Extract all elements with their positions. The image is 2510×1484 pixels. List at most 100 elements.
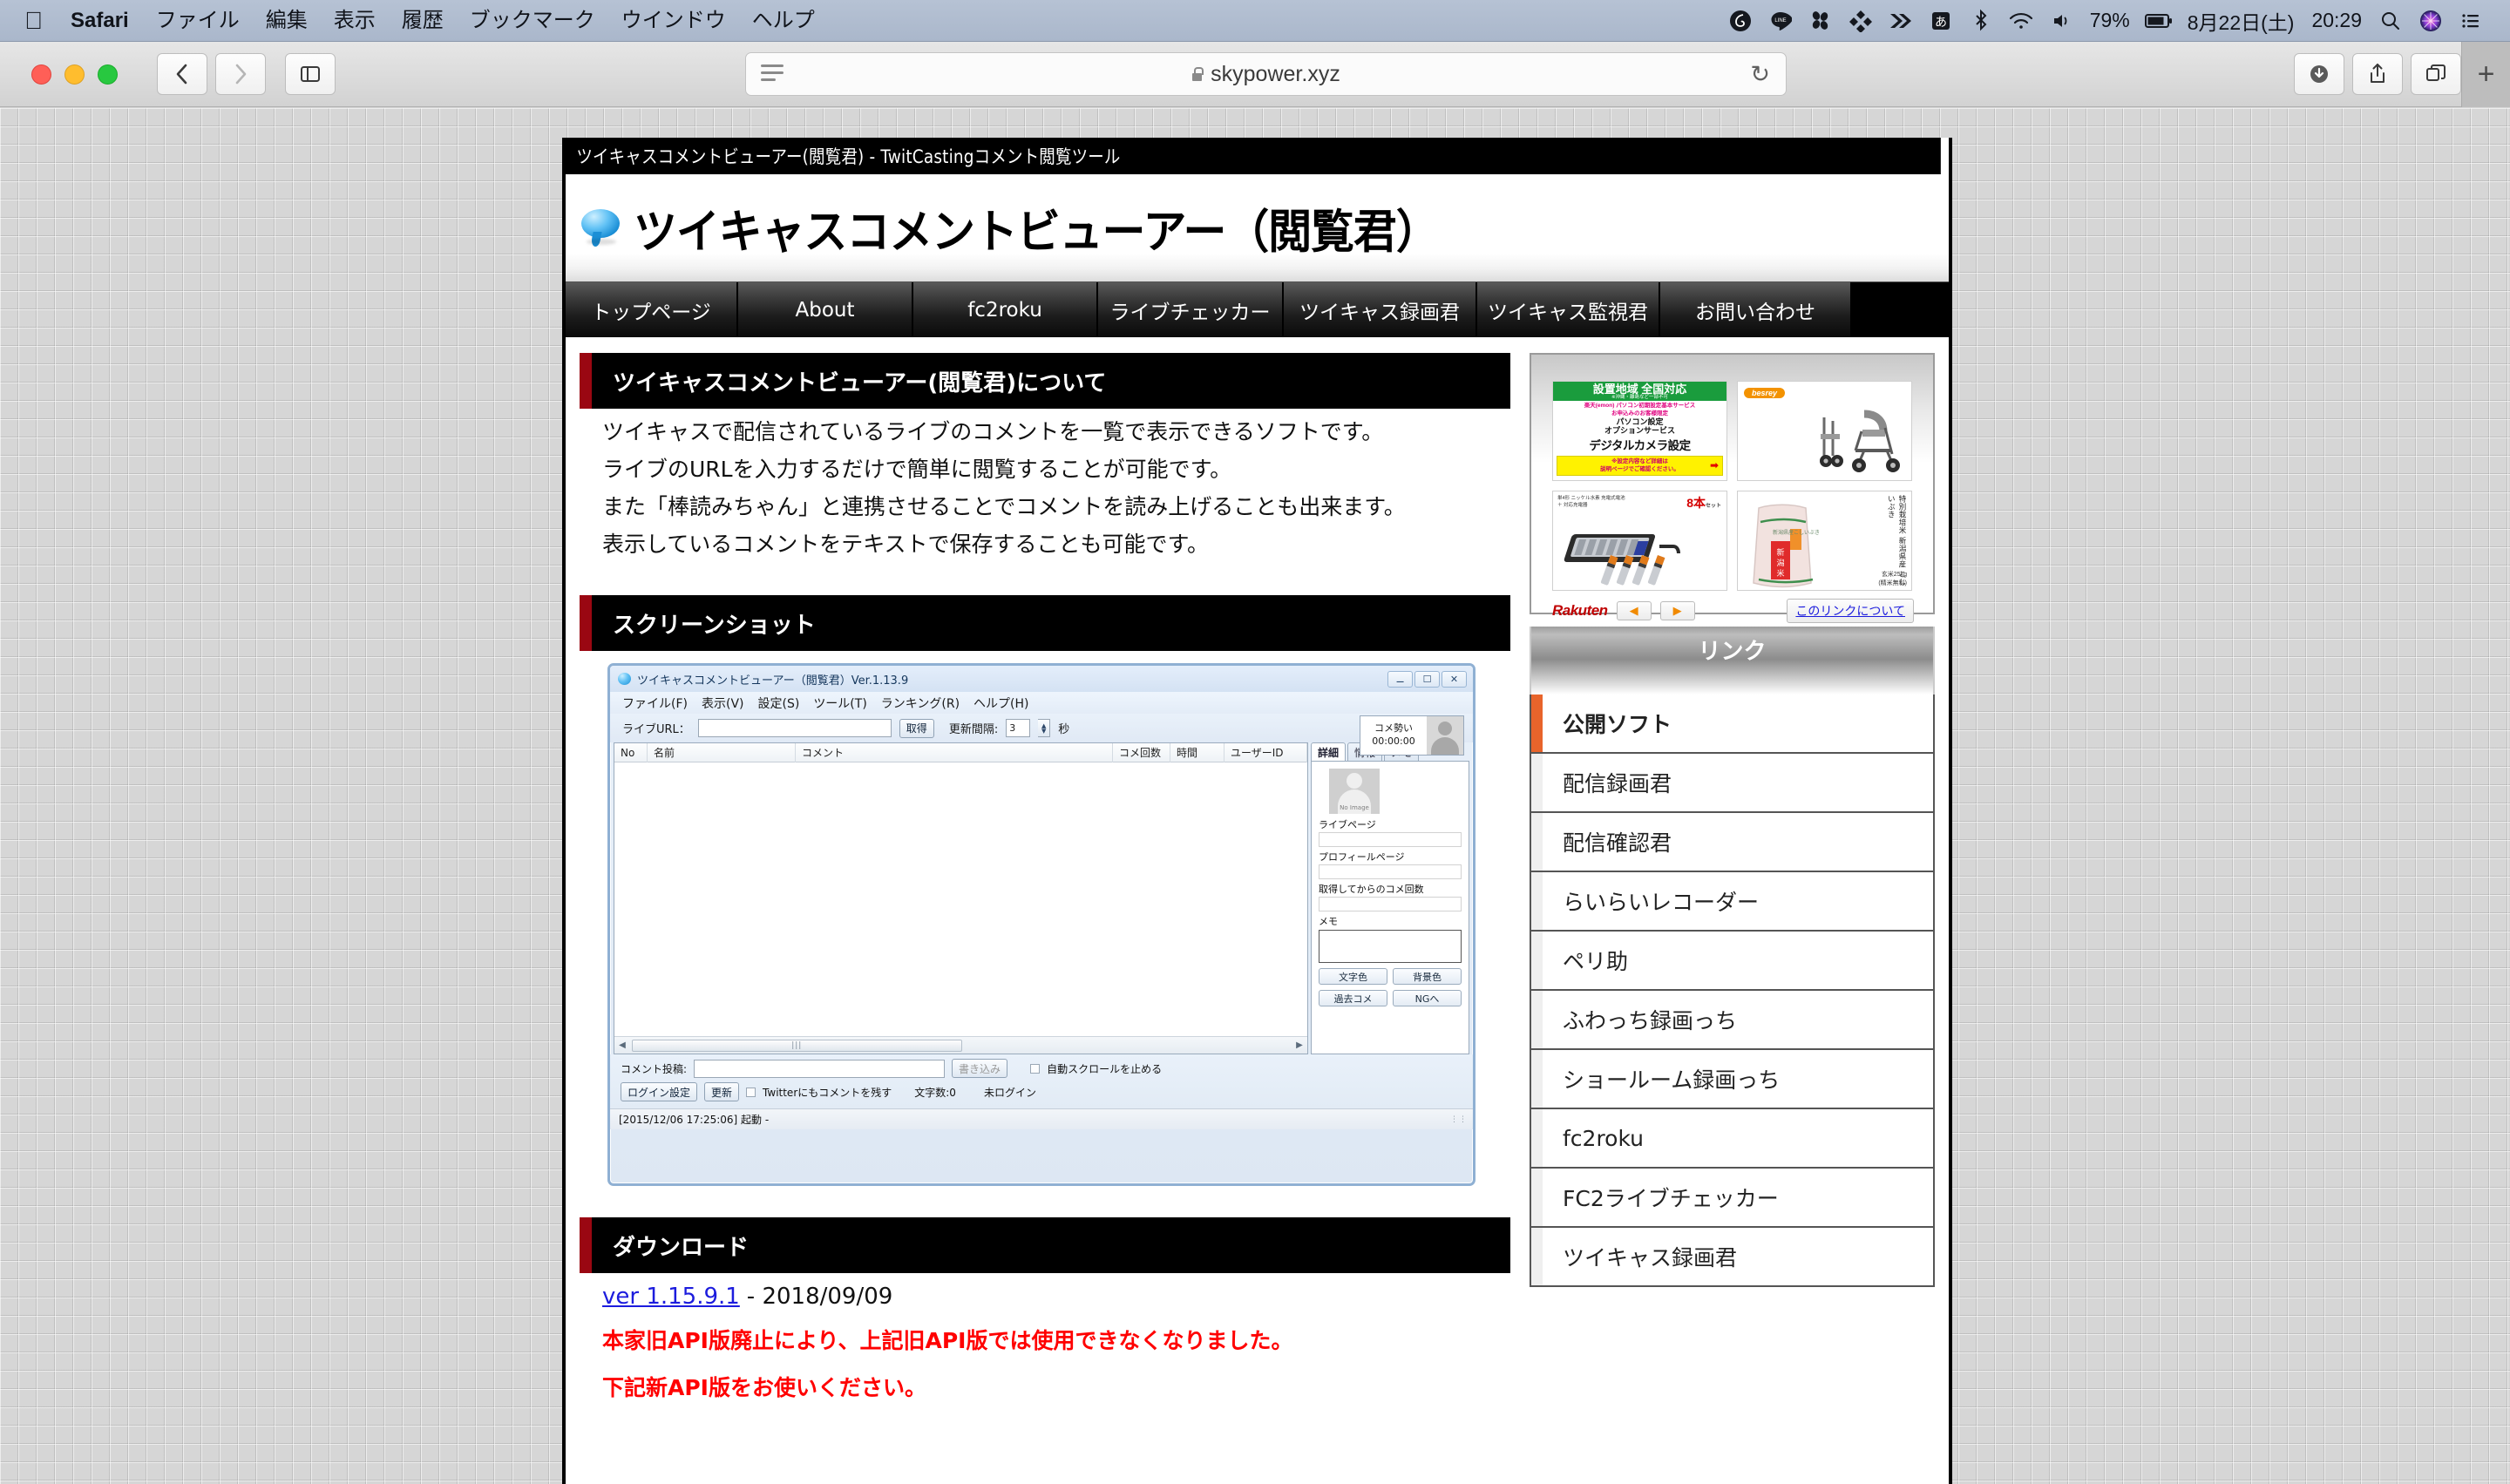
ad1-green-sub: ※沖縄・離島など一部不可 bbox=[1611, 394, 1669, 400]
nav-item-top[interactable]: トップページ bbox=[566, 282, 738, 337]
app-color-button-row: 文字色 背景色 bbox=[1319, 968, 1462, 985]
app-window-title: ツイキャスコメントビューアー（閲覧君）Ver.1.13.9 bbox=[637, 674, 909, 688]
sidebar-link-perisuke[interactable]: ペリ助 bbox=[1530, 932, 1935, 991]
sidebar-link-fuwatchi[interactable]: ふわっち録画っち bbox=[1530, 991, 1935, 1050]
reload-icon[interactable]: ↻ bbox=[1750, 61, 1770, 88]
app-menu-bar: ファイル(F) 表示(V) 設定(S) ツール(T) ランキング(R) ヘルプ(… bbox=[610, 692, 1473, 714]
nav-item-fc2roku[interactable]: fc2roku bbox=[913, 282, 1098, 337]
app-status-text: [2015/12/06 17:25:06] 起動 - bbox=[619, 1114, 770, 1126]
no-image-label: No Image bbox=[1340, 804, 1369, 811]
sidebar-link-twitcasting-recorder[interactable]: ツイキャス録画君 bbox=[1530, 1228, 1935, 1287]
sidebar-link-showroom[interactable]: ショールーム録画っち bbox=[1530, 1050, 1935, 1109]
sidebar-toggle-button[interactable] bbox=[285, 53, 336, 95]
wifi-icon[interactable] bbox=[2001, 0, 2041, 42]
diamonds-icon[interactable] bbox=[1841, 0, 1881, 42]
tab-overview-button[interactable] bbox=[2411, 53, 2461, 95]
app-field-profilepage-label: プロフィールページ bbox=[1319, 851, 1405, 863]
app-field-commentcount: 取得してからのコメ回数 bbox=[1319, 882, 1462, 911]
battery-percent-label: 79% bbox=[2089, 9, 2130, 31]
close-window-button[interactable] bbox=[31, 64, 51, 85]
rakuten-logo: Rakuten bbox=[1552, 602, 1608, 619]
address-bar[interactable]: skypower.xyz ↻ bbox=[745, 52, 1787, 96]
spotlight-search-icon[interactable] bbox=[2371, 0, 2411, 42]
app-title-bar: ツイキャスコメントビューアー（閲覧君）Ver.1.13.9 ⚊ ☐ ✕ bbox=[610, 666, 1473, 692]
close-icon: ✕ bbox=[1442, 670, 1467, 688]
app-interval-input: 3 bbox=[1006, 719, 1031, 737]
ad-item-rice[interactable]: 新 潟 米 新潟県産こしいぶき 特別栽培米 新潟県産 こしいぶき 玄米25kg … bbox=[1737, 491, 1912, 591]
nav-item-about[interactable]: About bbox=[738, 282, 913, 337]
app-write-button: 書き込み bbox=[952, 1059, 1008, 1078]
menu-item-file[interactable]: ファイル bbox=[143, 0, 253, 42]
menu-item-view[interactable]: 表示 bbox=[321, 0, 389, 42]
nav-item-live-checker[interactable]: ライブチェッカー bbox=[1098, 282, 1284, 337]
scroll-thumb: ||| bbox=[632, 1039, 962, 1052]
downloads-button[interactable] bbox=[2294, 53, 2344, 95]
reader-view-icon[interactable] bbox=[761, 64, 784, 85]
nav-item-twitcasting-monitor[interactable]: ツイキャス監視君 bbox=[1477, 282, 1660, 337]
sidebar-column: 設置地域 全国対応 ※沖縄・離島など一部不可 楽天(emon) パソコン初期設定… bbox=[1530, 353, 1935, 1418]
sidebar-link-public-software[interactable]: 公開ソフト bbox=[1530, 695, 1935, 754]
app-field-commentcount-value bbox=[1319, 897, 1462, 911]
app-field-livepage: ライブページ bbox=[1319, 817, 1462, 847]
bluetooth-icon[interactable] bbox=[1961, 0, 2001, 42]
app-field-profilepage-value bbox=[1319, 864, 1462, 879]
menu-app-name[interactable]: Safari bbox=[57, 0, 143, 42]
sidebar-link-fc2roku[interactable]: fc2roku bbox=[1530, 1109, 1935, 1169]
dropbox-alt-icon[interactable] bbox=[1720, 0, 1760, 42]
new-tab-button[interactable]: + bbox=[2461, 41, 2510, 107]
sidebar-link-haishin-kakunin[interactable]: 配信確認君 bbox=[1530, 813, 1935, 872]
ime-kana-icon[interactable]: あ bbox=[1921, 0, 1961, 42]
zoom-window-button[interactable] bbox=[98, 64, 118, 85]
lock-icon bbox=[1191, 67, 1204, 81]
notification-center-icon[interactable] bbox=[2451, 0, 2491, 42]
ad3-count-number: 8本 bbox=[1686, 496, 1706, 510]
app-col-time: 時間 bbox=[1170, 742, 1224, 762]
battery-icon[interactable] bbox=[2139, 0, 2179, 42]
nav-item-contact[interactable]: お問い合わせ bbox=[1660, 282, 1852, 337]
ad-next-button[interactable]: ▶ bbox=[1659, 601, 1695, 620]
site-navigation: トップページ About fc2roku ライブチェッカー ツイキャス録画君 ツ… bbox=[566, 281, 1949, 337]
share-button[interactable] bbox=[2352, 53, 2403, 95]
about-paragraph-3: また「棒読みちゃん」と連携させることでコメントを読み上げることも出来ます。 bbox=[602, 494, 1406, 519]
sidebar-link-rairai-recorder[interactable]: らいらいレコーダー bbox=[1530, 872, 1935, 932]
app-post-row-2: ログイン設定 更新 Twitterにもコメントを残す 文字数:0 未ログイン bbox=[621, 1082, 1473, 1101]
minimize-window-button[interactable] bbox=[64, 64, 85, 85]
menu-item-bookmarks[interactable]: ブックマーク bbox=[457, 0, 608, 42]
volume-icon[interactable] bbox=[2041, 0, 2081, 42]
apple-logo-icon[interactable]:  bbox=[19, 2, 57, 40]
ad-item-stroller[interactable]: besrey bbox=[1737, 381, 1912, 481]
download-version-line: ver 1.15.9.1 - 2018/09/09 bbox=[602, 1285, 1510, 1308]
menu-item-edit[interactable]: 編集 bbox=[253, 0, 321, 42]
ad-prev-button[interactable]: ◀ bbox=[1616, 601, 1652, 620]
pinwheel-icon[interactable] bbox=[1801, 0, 1841, 42]
siri-icon[interactable] bbox=[2411, 0, 2451, 42]
ad-about-link[interactable]: このリンクについて bbox=[1787, 599, 1914, 623]
menubar-time[interactable]: 20:29 bbox=[2303, 9, 2371, 32]
app-list-body bbox=[614, 762, 1307, 1036]
window-traffic-lights bbox=[0, 64, 118, 85]
app-get-button: 取得 bbox=[899, 718, 934, 738]
sidebar-link-haishin-rokuga[interactable]: 配信録画君 bbox=[1530, 754, 1935, 813]
nav-item-twitcasting-recorder[interactable]: ツイキャス録画君 bbox=[1284, 282, 1477, 337]
forward-button[interactable] bbox=[215, 53, 266, 95]
about-paragraph-2: ライブのURLを入力するだけで簡単に閲覧することが可能です。 bbox=[602, 457, 1232, 482]
arrows-icon[interactable] bbox=[1881, 0, 1921, 42]
ad-item-battery-charger[interactable]: 単4形 ニッケル水素 充電式電池 ＋ 対応充電器 8本セット bbox=[1552, 491, 1727, 591]
menu-item-window[interactable]: ウインドウ bbox=[608, 0, 739, 42]
svg-text:新: 新 bbox=[1776, 547, 1784, 557]
download-version-link[interactable]: ver 1.15.9.1 bbox=[602, 1284, 740, 1310]
menu-bar-left:  Safari ファイル 編集 表示 履歴 ブックマーク ウインドウ ヘルプ bbox=[0, 0, 828, 42]
menubar-date[interactable]: 8月22日(土) bbox=[2179, 6, 2303, 36]
sidebar-link-fc2-live-checker[interactable]: FC2ライブチェッカー bbox=[1530, 1169, 1935, 1228]
app-interval-stepper: ▲ ▼ bbox=[1038, 719, 1051, 737]
app-field-livepage-label: ライブページ bbox=[1319, 819, 1376, 830]
line-icon[interactable]: LINE bbox=[1760, 0, 1801, 42]
app-momentum-value: 00:00:00 bbox=[1372, 735, 1415, 747]
ad-item-pc-setup[interactable]: 設置地域 全国対応 ※沖縄・離島など一部不可 楽天(emon) パソコン初期設定… bbox=[1552, 381, 1727, 481]
app-action-button-row: 過去コメ NGへ bbox=[1319, 990, 1462, 1006]
back-button[interactable] bbox=[157, 53, 207, 95]
menu-item-history[interactable]: 履歴 bbox=[389, 0, 457, 42]
menu-item-help[interactable]: ヘルプ bbox=[739, 0, 828, 42]
nav-filler bbox=[1852, 282, 1949, 337]
about-paragraph-1: ツイキャスで配信されているライブのコメントを一覧で表示できるソフトです。 bbox=[602, 419, 1384, 444]
